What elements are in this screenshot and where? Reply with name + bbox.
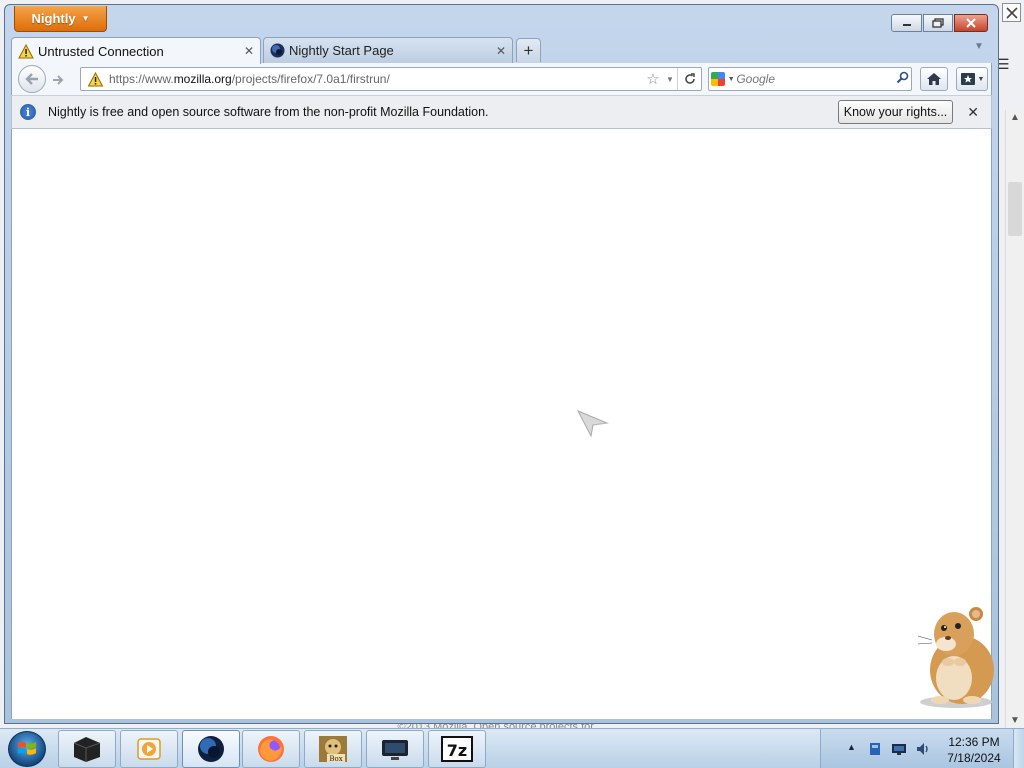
notification-close-icon[interactable]: ✕ <box>967 104 979 121</box>
back-arrow-icon <box>25 73 38 85</box>
warning-icon <box>18 43 34 58</box>
tab-close-icon[interactable]: ✕ <box>496 44 506 58</box>
taskbar-virtualbox-button[interactable] <box>58 730 116 768</box>
taskbar-remote-desktop-button[interactable] <box>366 730 424 768</box>
background-scrollbar[interactable]: ▲ ▼ <box>1005 110 1024 728</box>
clock-time: 12:36 PM <box>948 735 1000 749</box>
taskbar: Box 7z ▲ 12:36 PM 7/18/2024 <box>0 728 1024 768</box>
info-icon: i <box>20 104 36 120</box>
search-icon[interactable] <box>893 71 911 87</box>
nightly-icon <box>198 736 224 762</box>
reload-icon[interactable] <box>677 68 701 90</box>
search-input[interactable] <box>736 72 894 86</box>
url-domain: mozilla.org <box>173 72 232 86</box>
scrollbar-thumb[interactable] <box>1008 182 1022 236</box>
taskbar-nightly-button[interactable] <box>182 730 240 768</box>
know-your-rights-button[interactable]: Know your rights... <box>837 100 954 124</box>
clock[interactable]: 12:36 PM 7/18/2024 <box>939 734 1009 766</box>
new-tab-button[interactable]: + <box>516 38 541 62</box>
notification-bar: i Nightly is free and open source softwa… <box>11 95 992 129</box>
scroll-up-icon[interactable]: ▲ <box>1010 112 1020 123</box>
monitor-icon[interactable] <box>891 741 907 757</box>
globe-icon <box>270 43 285 58</box>
app-menu-label: Nightly <box>31 11 76 26</box>
app-menu-button[interactable]: Nightly ▼ <box>14 6 107 32</box>
maximize-button[interactable] <box>923 14 953 32</box>
search-engine-selector[interactable]: ▼ <box>709 72 736 86</box>
page-content[interactable] <box>11 129 992 719</box>
background-close-button[interactable] <box>1002 3 1021 22</box>
close-window-button[interactable] <box>954 14 988 32</box>
url-bar[interactable]: https://www.mozilla.org/projects/firefox… <box>80 67 702 91</box>
forward-button[interactable] <box>48 70 68 90</box>
mouse-cursor-icon <box>577 410 609 437</box>
hamster-mascot-icon <box>917 607 994 708</box>
back-button[interactable] <box>18 65 46 93</box>
url-path: /projects/firefox/7.0a1/firstrun/ <box>231 72 390 86</box>
system-tray: ▲ 12:36 PM 7/18/2024 <box>820 729 1024 768</box>
site-identity-warning-icon[interactable] <box>81 71 109 87</box>
clock-date: 7/18/2024 <box>947 751 1001 765</box>
bookmarks-button[interactable]: ▼ <box>956 67 988 91</box>
tab-label: Untrusted Connection <box>38 43 164 59</box>
tab-close-icon[interactable]: ✕ <box>244 44 254 58</box>
browser-window: Nightly ▼ Untrusted Connection ✕ Nightly… <box>4 4 999 724</box>
chevron-down-icon: ▼ <box>977 75 985 83</box>
media-player-icon <box>137 738 161 760</box>
start-button[interactable] <box>8 731 46 767</box>
taskbar-media-player-button[interactable] <box>120 730 178 768</box>
bookmark-star-icon[interactable]: ☆ <box>643 70 663 88</box>
sandbox-label: Box <box>329 755 342 763</box>
forward-arrow-icon <box>53 75 64 85</box>
show-desktop-button[interactable] <box>1013 729 1024 768</box>
google-icon <box>710 72 725 86</box>
minimize-button[interactable] <box>891 14 922 32</box>
navigation-toolbar: https://www.mozilla.org/projects/firefox… <box>11 63 992 95</box>
7zip-icon: 7z <box>441 736 473 762</box>
scroll-down-icon[interactable]: ▼ <box>1010 715 1020 726</box>
taskbar-firefox-button[interactable] <box>242 730 300 768</box>
chevron-down-icon: ▼ <box>727 75 735 83</box>
firefox-icon <box>258 736 284 762</box>
windows-logo-icon <box>18 742 36 755</box>
virtualbox-icon <box>73 737 101 762</box>
show-hidden-icons-icon[interactable]: ▲ <box>847 742 856 752</box>
volume-icon[interactable] <box>915 741 931 757</box>
search-bar[interactable]: ▼ <box>708 67 912 91</box>
home-icon <box>927 73 941 85</box>
bookmarks-star-icon <box>960 73 975 85</box>
tab-list-chevron-icon[interactable]: ▼ <box>974 41 984 52</box>
taskbar-7zip-button[interactable]: 7z <box>428 730 486 768</box>
url-prefix: https://www. <box>109 72 174 86</box>
zip-label: 7z <box>447 741 467 760</box>
home-button[interactable] <box>920 67 948 91</box>
tab-label: Nightly Start Page <box>289 43 394 58</box>
url-history-chevron-icon[interactable]: ▼ <box>663 75 677 84</box>
back-forward-group <box>18 65 74 93</box>
tab-nightly-start-page[interactable]: Nightly Start Page ✕ <box>263 37 513 63</box>
sandboxie-icon: Box <box>319 736 347 763</box>
network-share-icon[interactable] <box>867 741 883 757</box>
notification-message: Nightly is free and open source software… <box>48 105 489 119</box>
tab-untrusted-connection[interactable]: Untrusted Connection ✕ <box>11 37 261 64</box>
taskbar-sandboxie-button[interactable]: Box <box>304 730 362 768</box>
chevron-down-icon: ▼ <box>81 14 90 23</box>
url-text[interactable]: https://www.mozilla.org/projects/firefox… <box>109 72 643 86</box>
remote-desktop-icon <box>382 740 408 760</box>
